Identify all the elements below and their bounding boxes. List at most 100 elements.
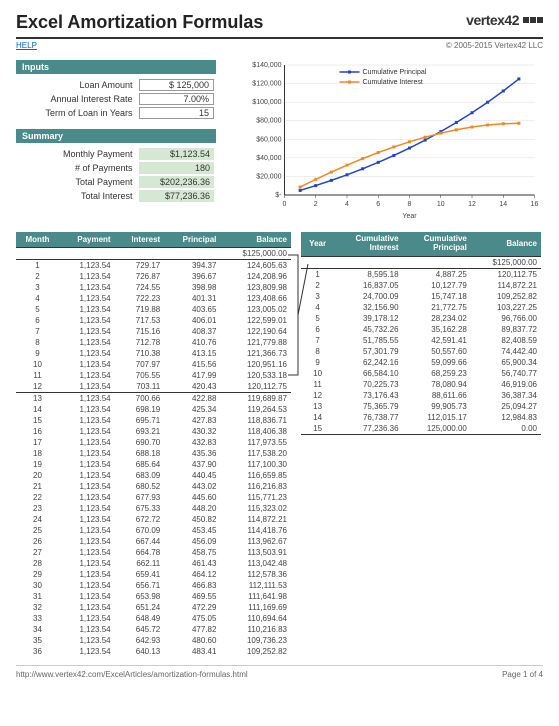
table-row: 211,123.54680.52443.02116,216.83	[16, 481, 291, 492]
table-row: 161,123.54693.21430.32118,406.38	[16, 426, 291, 437]
svg-text:2: 2	[314, 201, 318, 208]
table-row: 71,123.54715.16408.37122,190.64	[16, 326, 291, 337]
svg-text:Cumulative Principal: Cumulative Principal	[363, 69, 427, 76]
table-row: 361,123.54640.13483.41109,252.82	[16, 646, 291, 657]
yearly-amortization-table: YearCumulativeInterestCumulativePrincipa…	[301, 232, 541, 435]
amortization-chart: $- $20,000 $40,000 $60,000 $80,000 $100,000 $1…	[236, 60, 543, 220]
logo-text: vertex42	[466, 12, 519, 28]
table-row: 191,123.54685.64437.90117,100.30	[16, 459, 291, 470]
table-row: 21,123.54726.87396.67124,208.96	[16, 271, 291, 282]
monthly-payment-value: $1,123.54	[139, 148, 214, 160]
table-row: 231,123.54675.33448.20115,323.02	[16, 503, 291, 514]
chart-svg: $- $20,000 $40,000 $60,000 $80,000 $100,000 $1…	[236, 60, 543, 220]
monthly-amortization-table: MonthPaymentInterestPrincipalBalance$125…	[16, 232, 291, 657]
table-row: 331,123.54648.49475.05110,694.64	[16, 613, 291, 624]
footer-page: Page 1 of 4	[502, 670, 543, 679]
table-row: 31,123.54724.55398.98123,809.98	[16, 282, 291, 293]
table-row: 121,123.54703.11420.43120,112.75	[16, 381, 291, 393]
initial-balance: $125,000.00	[471, 256, 541, 268]
table-row: 962,242.1659,099.6665,900.34	[301, 357, 541, 368]
table-row: 539,178.1228,234.0296,766.00	[301, 313, 541, 324]
table-row: 311,123.54653.98469.55111,641.98	[16, 591, 291, 602]
svg-text:Year: Year	[402, 213, 417, 220]
total-payment-value: $202,236.36	[139, 176, 214, 188]
table-row: 41,123.54722.23401.31123,408.66	[16, 293, 291, 304]
table-row: 751,785.5542,591.4182,408.59	[301, 335, 541, 346]
num-payments-value: 180	[139, 162, 214, 174]
svg-text:16: 16	[531, 201, 539, 208]
svg-text:4: 4	[345, 201, 349, 208]
table-row: 216,837.0510,127.79114,872.21	[301, 280, 541, 291]
loan-amount-input[interactable]: $ 125,000	[139, 79, 214, 91]
table-row: 1170,225.7378,080.9446,919.06	[301, 379, 541, 390]
inputs-header: Inputs	[16, 60, 216, 74]
summary-header: Summary	[16, 129, 216, 143]
table-row: 251,123.54670.09453.45114,418.76	[16, 525, 291, 536]
table-row: 111,123.54705.55417.99120,533.18	[16, 370, 291, 381]
svg-text:0: 0	[283, 201, 287, 208]
input-label: Loan Amount	[18, 79, 137, 91]
subheader: HELP © 2005-2015 Vertex42 LLC	[16, 41, 543, 50]
col-header: CumulativePrincipal	[403, 232, 471, 256]
page-title: Excel Amortization Formulas	[16, 12, 263, 33]
input-label: Term of Loan in Years	[18, 107, 137, 119]
table-row: 221,123.54677.93445.60115,771.23	[16, 492, 291, 503]
col-header: Year	[301, 232, 334, 256]
table-row: 432,156.9021,772.75103,227.25	[301, 302, 541, 313]
table-row: 91,123.54710.38413.15121,366.73	[16, 348, 291, 359]
svg-text:10: 10	[437, 201, 445, 208]
table-row: 131,123.54700.66422.88119,689.87	[16, 393, 291, 405]
header-bar: Excel Amortization Formulas vertex42	[16, 12, 543, 39]
svg-text:8: 8	[408, 201, 412, 208]
svg-text:$140,000: $140,000	[252, 62, 281, 69]
svg-text:14: 14	[499, 201, 507, 208]
table-row: 181,123.54688.18435.36117,538.20	[16, 448, 291, 459]
table-row: 61,123.54717.53406.01122,599.01	[16, 315, 291, 326]
table-row: 324,700.0915,747.18109,252.82	[301, 291, 541, 302]
table-row: 241,123.54672.72450.82114,872.21	[16, 514, 291, 525]
col-header: Interest	[115, 232, 165, 248]
summary-label: # of Payments	[18, 162, 137, 174]
col-header: Payment	[59, 232, 115, 248]
svg-text:$60,000: $60,000	[256, 136, 281, 143]
svg-text:$40,000: $40,000	[256, 155, 281, 162]
table-row: 81,123.54712.78410.76121,779.88	[16, 337, 291, 348]
table-row: 1577,236.36125,000.000.00	[301, 423, 541, 435]
table-row: 1066,584.1068,259.2356,740.77	[301, 368, 541, 379]
table-row: 301,123.54656.71466.83112,111.53	[16, 580, 291, 591]
col-header: Principal	[164, 232, 220, 248]
table-row: 18,595.184,887.25120,112.75	[301, 268, 541, 280]
svg-text:$-: $-	[275, 192, 282, 199]
help-link[interactable]: HELP	[16, 41, 37, 50]
logo-squares-icon	[523, 17, 543, 23]
table-row: 261,123.54667.44456.09113,962.67	[16, 536, 291, 547]
svg-text:$20,000: $20,000	[256, 173, 281, 180]
table-row: 351,123.54642.93480.60109,736.23	[16, 635, 291, 646]
table-row: 291,123.54659.41464.12112,578.36	[16, 569, 291, 580]
col-header: CumulativeInterest	[334, 232, 402, 256]
interest-rate-input[interactable]: 7.00%	[139, 93, 214, 105]
summary-label: Monthly Payment	[18, 148, 137, 160]
table-row: 51,123.54719.88403.65123,005.02	[16, 304, 291, 315]
svg-text:$80,000: $80,000	[256, 118, 281, 125]
col-header: Month	[16, 232, 59, 248]
table-row: 151,123.54695.71427.83118,836.71	[16, 415, 291, 426]
summary-label: Total Interest	[18, 190, 137, 202]
table-row: 1476,738.77112,015.1712,984.83	[301, 412, 541, 423]
table-row: 201,123.54683.09440.45116,659.85	[16, 470, 291, 481]
svg-text:Cumulative Interest: Cumulative Interest	[363, 79, 423, 86]
term-years-input[interactable]: 15	[139, 107, 214, 119]
table-row: 11,123.54729.17394.37124,605.63	[16, 260, 291, 272]
total-interest-value: $77,236.36	[139, 190, 214, 202]
table-row: 341,123.54645.72477.82110,216.83	[16, 624, 291, 635]
input-label: Annual Interest Rate	[18, 93, 137, 105]
svg-text:$100,000: $100,000	[252, 99, 281, 106]
table-row: 101,123.54707.97415.56120,951.16	[16, 359, 291, 370]
svg-text:$120,000: $120,000	[252, 81, 281, 88]
footer-url: http://www.vertex42.com/ExcelArticles/am…	[16, 670, 248, 679]
logo: vertex42	[466, 12, 543, 28]
table-row: 1375,365.7999,905.7325,094.27	[301, 401, 541, 412]
summary-label: Total Payment	[18, 176, 137, 188]
initial-balance: $125,000.00	[220, 248, 291, 260]
table-row: 857,301.7950,557.6074,442.40	[301, 346, 541, 357]
